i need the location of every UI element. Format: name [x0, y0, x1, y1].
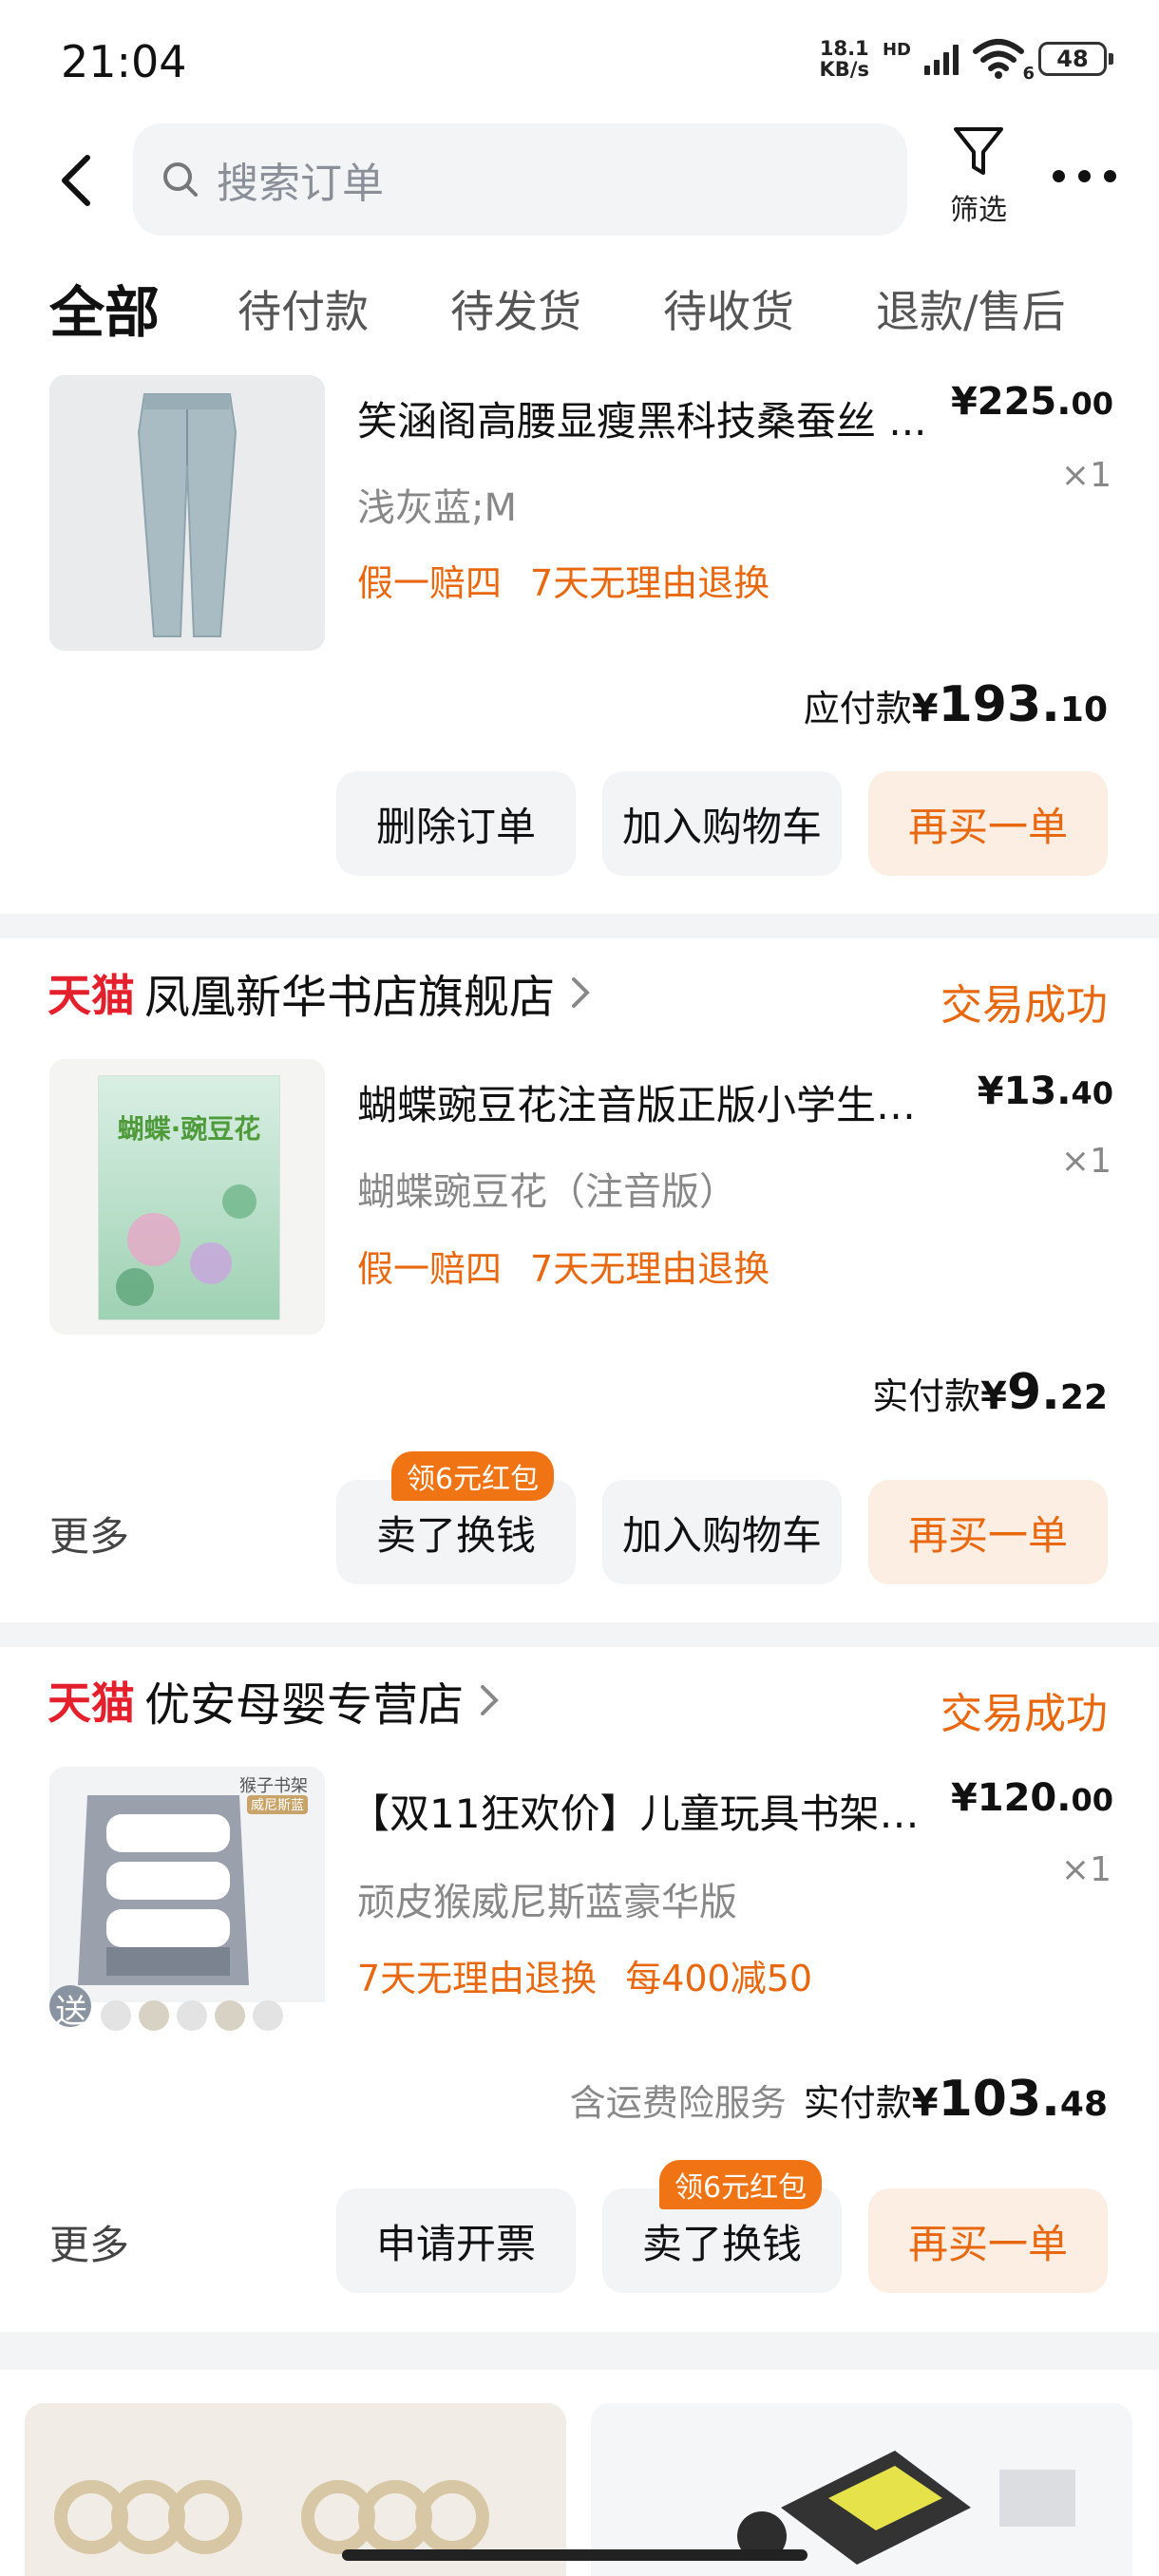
buy-again-button[interactable]: 再买一单 [868, 1480, 1108, 1584]
product-title[interactable]: 笑涵阁高腰显瘦黑科技桑蚕丝 ... [357, 389, 946, 447]
product-quantity: ×1 [1060, 1142, 1112, 1181]
order-status: 交易成功 [940, 1690, 1108, 1738]
service-tags: 假一赔四 7天无理由退换 [357, 1240, 798, 1292]
red-packet-badge: 领6元红包 [659, 2160, 823, 2209]
product-thumbnail[interactable]: 蝴蝶·豌豆花 [49, 1059, 325, 1335]
service-tag: 7天无理由退换 [530, 562, 770, 604]
status-icons: 18.1 KB/s HD 6 48 [819, 37, 1113, 84]
home-indicator[interactable] [342, 2549, 808, 2561]
product-quantity: ×1 [1060, 456, 1112, 495]
tab-pending-shipment[interactable]: 待发货 [450, 277, 581, 340]
shop-name: 凤凰新华书店旗舰店 [144, 971, 556, 1024]
service-tag: 假一赔四 [357, 562, 503, 604]
shop-name: 优安母婴专营店 [144, 1678, 465, 1732]
service-tag: 7天无理由退换 [530, 1248, 770, 1290]
more-link[interactable]: 更多 [49, 2213, 129, 2271]
product-title[interactable]: 蝴蝶豌豆花注音版正版小学生一... [357, 1073, 946, 1131]
service-tags: 7天无理由退换 每400减50 [357, 1949, 841, 2001]
request-invoice-button[interactable]: 申请开票 [336, 2188, 576, 2293]
product-spec: 浅灰蓝;M [357, 486, 517, 530]
payment-amount: 含运费险服务 实付款 ¥103.48 [569, 2071, 1108, 2128]
service-tag: 7天无理由退换 [357, 1958, 598, 1999]
sell-for-cash-button[interactable]: 领6元红包 卖了换钱 [336, 1451, 576, 1584]
gift-badge: 送 [55, 1993, 87, 2031]
clock: 21:04 [61, 36, 187, 87]
search-input[interactable]: 搜索订单 [133, 123, 907, 236]
signal-icon [924, 43, 959, 75]
back-button[interactable] [49, 150, 106, 211]
tmall-logo: 天猫 [48, 970, 135, 1021]
tmall-logo: 天猫 [48, 1677, 135, 1729]
product-title[interactable]: 【双11狂欢价】儿童玩具书架家... [350, 1782, 939, 1840]
service-tag: 假一赔四 [357, 1248, 503, 1290]
buy-again-button[interactable]: 再买一单 [868, 771, 1108, 876]
service-tag: 每400减50 [625, 1958, 813, 1999]
book-cover-image [49, 1059, 325, 1335]
search-icon [163, 162, 198, 197]
red-packet-badge: 领6元红包 [391, 1451, 555, 1501]
filter-label: 筛选 [950, 194, 1007, 227]
shipping-insurance-note: 含运费险服务 [569, 2082, 787, 2124]
status-bar: 21:04 18.1 KB/s HD 6 48 [0, 0, 1159, 123]
product-spec: 顽皮猴威尼斯蓝豪华版 [357, 1881, 737, 1924]
search-placeholder: 搜索订单 [217, 160, 384, 208]
sell-for-cash-button[interactable]: 领6元红包 卖了换钱 [602, 2160, 842, 2293]
order-status: 交易成功 [940, 981, 1108, 1030]
product-thumbnail[interactable]: 猴子书架 威尼斯蓝 送 [49, 1767, 325, 2042]
tab-all[interactable]: 全部 [49, 268, 160, 348]
buy-again-button[interactable]: 再买一单 [868, 2188, 1108, 2293]
payment-amount: 实付款 ¥9.22 [872, 1364, 1108, 1421]
product-price: ¥225.00 [950, 380, 1113, 424]
order-tabs: 全部 待付款 待发货 待收货 退款/售后 [0, 266, 1159, 351]
shop-header[interactable]: 天猫 凤凰新华书店旗舰店 [48, 959, 593, 1026]
add-to-cart-button[interactable]: 加入购物车 [602, 1480, 842, 1584]
tab-pending-payment[interactable]: 待付款 [238, 277, 369, 340]
filter-button[interactable]: 筛选 [940, 123, 1016, 234]
funnel-icon [954, 127, 1003, 175]
chevron-right-icon [481, 1685, 499, 1715]
product-thumbnail[interactable] [49, 375, 325, 651]
section-divider [0, 2332, 1159, 2370]
top-bar: 搜索订单 筛选 [0, 123, 1159, 237]
net-speed: 18.1 KB/s [819, 37, 869, 81]
delete-order-button[interactable]: 删除订单 [336, 771, 576, 876]
section-divider [0, 914, 1159, 938]
more-options-icon[interactable] [1053, 161, 1121, 190]
back-arrow-icon [62, 155, 90, 206]
section-divider [0, 1622, 1159, 1647]
product-spec: 蝴蝶豌豆花（注音版） [357, 1170, 737, 1214]
wifi-icon: 6 [972, 38, 1035, 84]
thumb-label: 猴子书架 [239, 1776, 308, 1796]
product-price: ¥120.00 [950, 1776, 1113, 1820]
add-to-cart-button[interactable]: 加入购物车 [602, 771, 842, 876]
product-price: ¥13.40 [977, 1070, 1113, 1113]
thumb-sublabel: 威尼斯蓝 [247, 1795, 308, 1814]
book-cover-title: 蝴蝶·豌豆花 [117, 1113, 261, 1145]
more-link[interactable]: 更多 [49, 1505, 129, 1563]
jeans-image [49, 375, 325, 651]
battery-icon: 48 [1038, 42, 1113, 76]
payment-amount: 应付款 ¥193.10 [803, 676, 1108, 733]
shop-header[interactable]: 天猫 优安母婴专营店 [48, 1667, 502, 1733]
service-tags: 假一赔四 7天无理由退换 [357, 554, 798, 606]
tab-pending-receipt[interactable]: 待收货 [663, 277, 794, 340]
tab-refund-aftersale[interactable]: 退款/售后 [876, 277, 1066, 340]
product-quantity: ×1 [1060, 1850, 1112, 1889]
hd-indicator: HD [882, 39, 911, 60]
chevron-right-icon [572, 977, 590, 1008]
